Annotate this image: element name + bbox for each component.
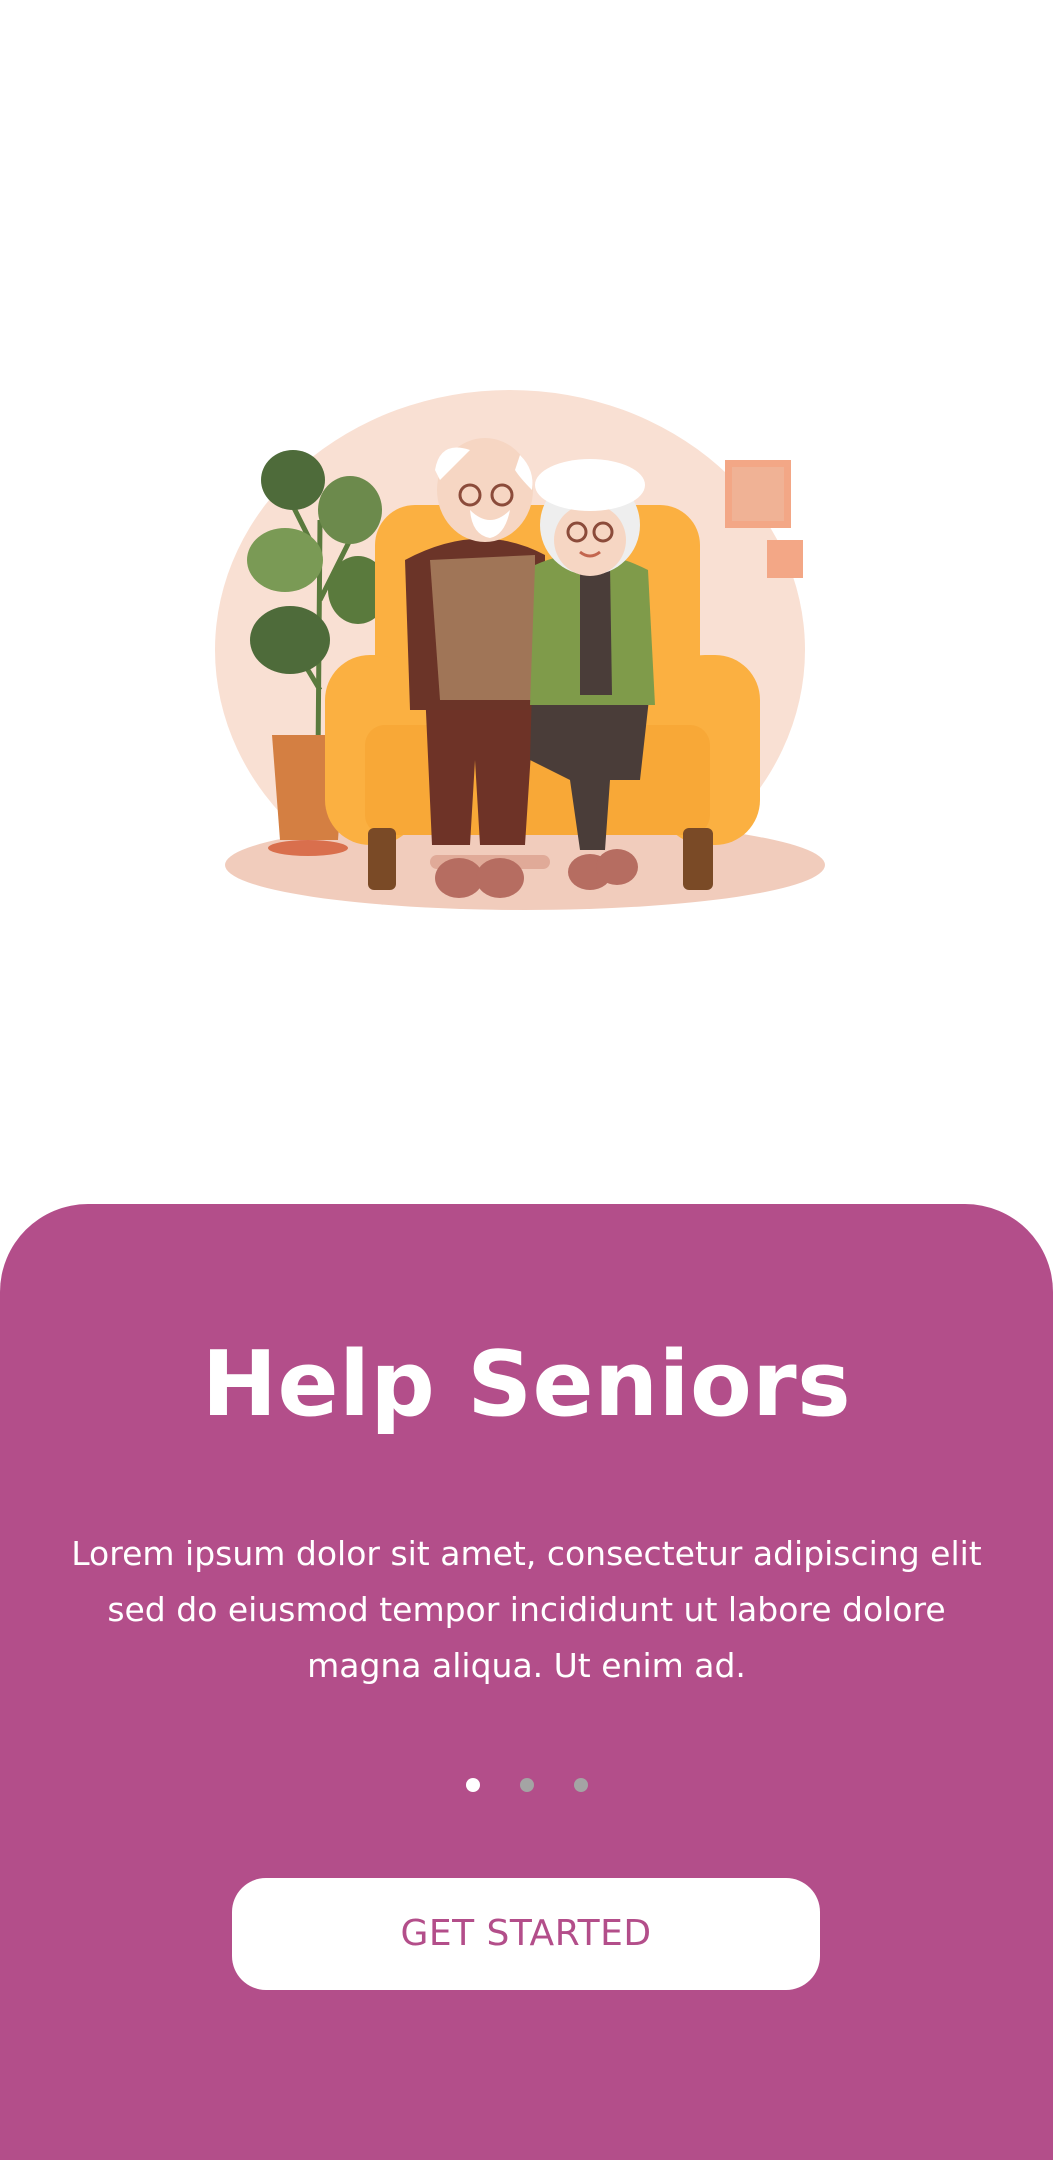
wall-frame-small [767, 540, 803, 578]
page-dot-2[interactable] [519, 1778, 534, 1792]
page-dot-1-active[interactable] [465, 1778, 480, 1792]
page-indicator [0, 1778, 1053, 1794]
senior-couple-illustration [215, 390, 825, 910]
wall-frame-large-inner [732, 467, 784, 521]
get-started-button[interactable]: GET STARTED [232, 1878, 820, 1990]
hero-illustration-area [0, 0, 1053, 1204]
onboarding-title: Help Seniors [201, 1332, 852, 1437]
onboarding-description: Lorem ipsum dolor sit amet, consectetur … [71, 1534, 982, 1685]
page-dot-3[interactable] [573, 1778, 588, 1792]
